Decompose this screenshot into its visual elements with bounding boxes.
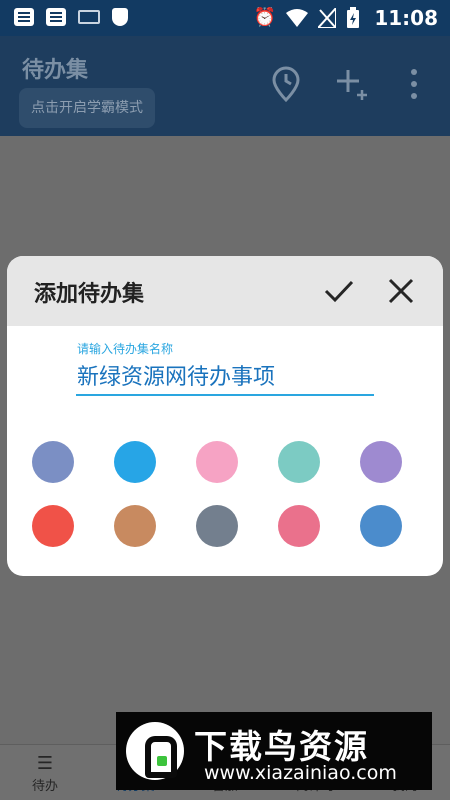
todo-set-name-label: 请输入待办集名称 (77, 342, 174, 356)
todo-set-name-input[interactable] (76, 356, 374, 396)
color-swatch[interactable] (196, 441, 238, 483)
watermark: 下载鸟资源 www.xiazainiao.com (116, 712, 432, 790)
more-vert-icon[interactable] (404, 66, 424, 109)
status-time: 11:08 (374, 6, 438, 30)
bird-logo-icon (126, 722, 184, 780)
color-swatch[interactable] (196, 505, 238, 547)
confirm-button[interactable] (322, 274, 356, 308)
add-todo-set-dialog: 添加待办集 请输入待办集名称 (7, 256, 443, 576)
color-swatch[interactable] (278, 441, 320, 483)
battery-charging-icon (347, 7, 360, 28)
nav-item-todo[interactable]: ☰ 待办 (0, 745, 90, 800)
color-swatch[interactable] (360, 441, 402, 483)
color-swatch[interactable] (360, 505, 402, 547)
list-icon (14, 8, 34, 26)
watermark-title: 下载鸟资源 (194, 727, 369, 766)
study-mode-button[interactable]: 点击开启学霸模式 (19, 88, 155, 128)
color-swatch[interactable] (114, 505, 156, 547)
check-icon (324, 280, 354, 303)
status-bar: ⏰ 11:08 (0, 0, 450, 36)
app-bar: 待办集 点击开启学霸模式 (0, 36, 450, 136)
watermark-url: www.xiazainiao.com (204, 762, 397, 784)
list-icon (46, 8, 66, 26)
shield-icon (112, 8, 128, 26)
color-swatch[interactable] (114, 441, 156, 483)
location-pin-icon[interactable] (270, 66, 302, 109)
dialog-header: 添加待办集 (7, 256, 443, 326)
close-icon (388, 278, 414, 304)
wifi-icon (286, 9, 309, 27)
color-picker (32, 441, 412, 547)
status-system-icons: ⏰ 11:08 (254, 6, 438, 30)
list-icon: ☰ (36, 753, 54, 774)
nav-item-label: 待办 (31, 779, 58, 794)
dialog-title: 添加待办集 (34, 282, 145, 307)
color-swatch[interactable] (278, 505, 320, 547)
no-signal-icon (318, 8, 337, 28)
color-swatch[interactable] (32, 505, 74, 547)
color-swatch[interactable] (32, 441, 74, 483)
keyboard-icon (78, 10, 100, 24)
alarm-icon: ⏰ (253, 7, 277, 28)
close-button[interactable] (384, 274, 418, 308)
status-notification-icons (14, 8, 128, 26)
page-title: 待办集 (22, 58, 89, 83)
add-icon[interactable] (334, 66, 370, 109)
